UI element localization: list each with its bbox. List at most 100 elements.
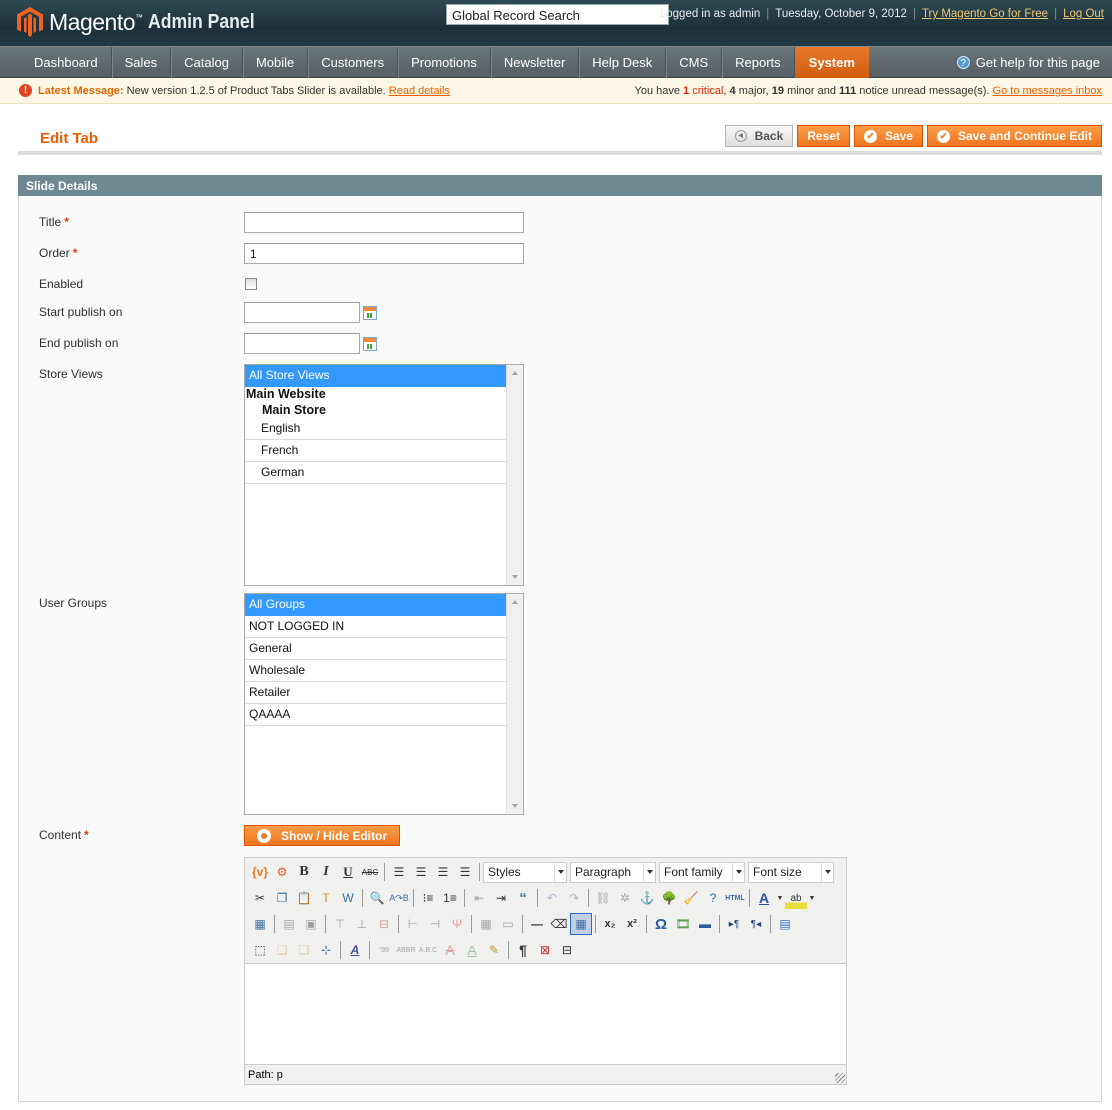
insert-layer-icon[interactable]: ⬚ <box>249 939 271 961</box>
store-views-option[interactable]: French <box>245 440 506 462</box>
redo-icon[interactable]: ↷ <box>563 887 585 909</box>
text-color-icon[interactable]: A <box>753 887 775 909</box>
align-right-icon[interactable]: ☰ <box>432 861 454 883</box>
blockquote-icon[interactable]: “ <box>512 887 534 909</box>
nav-help-desk[interactable]: Help Desk <box>579 47 667 78</box>
nav-promotions[interactable]: Promotions <box>398 47 491 78</box>
align-justify-icon[interactable]: ☰ <box>454 861 476 883</box>
highlight-color-icon[interactable]: ab <box>785 887 807 909</box>
user-groups-multiselect[interactable]: All Groups NOT LOGGED IN General Wholesa… <box>244 593 524 815</box>
split-cells-icon[interactable]: ▦ <box>475 913 497 935</box>
insert-variable-icon[interactable]: {v} <box>249 861 271 883</box>
show-blocks-icon[interactable]: ¶ <box>512 939 534 961</box>
merge-cells-icon[interactable]: ▭ <box>497 913 519 935</box>
strikethrough-icon[interactable]: ABC <box>359 861 381 883</box>
nav-dashboard[interactable]: Dashboard <box>21 47 112 78</box>
media-icon[interactable]: 🎞 <box>672 913 694 935</box>
enabled-checkbox[interactable] <box>245 278 257 290</box>
table-icon[interactable]: ▦ <box>249 913 271 935</box>
delete-col-icon[interactable]: Ψ <box>446 913 468 935</box>
numbered-list-icon[interactable]: 1≡ <box>439 887 461 909</box>
cell-props-icon[interactable]: ▣ <box>300 913 322 935</box>
logo[interactable]: Magento ™ Admin Panel <box>17 5 269 39</box>
store-views-option[interactable]: German <box>245 462 506 484</box>
remove-format-icon[interactable]: ⌫ <box>548 913 570 935</box>
row-props-icon[interactable]: ▤ <box>278 913 300 935</box>
messages-inbox-link[interactable]: Go to messages inbox <box>993 85 1102 97</box>
insert-col-before-icon[interactable]: ⊢ <box>402 913 424 935</box>
insertion-icon[interactable]: A <box>461 939 483 961</box>
fullscreen-icon[interactable]: ▤ <box>774 913 796 935</box>
global-search-input[interactable]: Global Record Search <box>446 4 669 25</box>
paste-text-icon[interactable]: T <box>315 887 337 909</box>
nav-reports[interactable]: Reports <box>722 47 795 78</box>
nav-system[interactable]: System <box>794 47 869 78</box>
special-char-icon[interactable]: Ω <box>650 913 672 935</box>
end-publish-input[interactable] <box>244 333 360 354</box>
calendar-icon[interactable] <box>363 337 377 351</box>
calendar-icon[interactable] <box>363 306 377 320</box>
visual-aid-icon[interactable]: ▦ <box>570 913 592 935</box>
font-family-select[interactable]: Font family <box>659 861 745 883</box>
save-button[interactable]: ✔ Save <box>853 125 923 147</box>
acronym-icon[interactable]: A.B.C <box>417 939 439 961</box>
user-groups-option[interactable]: All Groups <box>245 594 506 616</box>
store-views-option[interactable]: All Store Views <box>245 365 506 387</box>
outdent-icon[interactable]: ⇤ <box>468 887 490 909</box>
store-views-option[interactable]: English <box>245 418 506 440</box>
abbr-icon[interactable]: ABBR <box>395 939 417 961</box>
html-source-icon[interactable]: HTML <box>724 887 746 909</box>
resize-handle-icon[interactable] <box>835 1073 845 1083</box>
user-groups-option[interactable]: Retailer <box>245 682 506 704</box>
link-icon[interactable]: ⛓ <box>592 887 614 909</box>
nav-customers[interactable]: Customers <box>308 47 399 78</box>
indent-icon[interactable]: ⇥ <box>490 887 512 909</box>
store-views-multiselect[interactable]: All Store Views Main Website Main Store … <box>244 364 524 586</box>
rtl-icon[interactable]: ¶◂ <box>745 913 767 935</box>
align-center-icon[interactable]: ☰ <box>410 861 432 883</box>
copy-icon[interactable]: ❐ <box>271 887 293 909</box>
user-groups-option[interactable]: General <box>245 638 506 660</box>
nav-sales[interactable]: Sales <box>112 47 172 78</box>
page-break-icon[interactable]: ⊟ <box>556 939 578 961</box>
replace-icon[interactable]: A↷B <box>388 887 410 909</box>
absolute-position-icon[interactable]: ⊹ <box>315 939 337 961</box>
non-breaking-icon[interactable]: ⊠ <box>534 939 556 961</box>
styleprops-icon[interactable]: A <box>344 939 366 961</box>
subscript-icon[interactable]: x₂ <box>599 913 621 935</box>
ltr-icon[interactable]: ▸¶ <box>723 913 745 935</box>
nav-cms[interactable]: CMS <box>666 47 723 78</box>
italic-icon[interactable]: I <box>315 861 337 883</box>
find-icon[interactable]: 🔍 <box>366 887 388 909</box>
editor-content-area[interactable] <box>245 963 846 1065</box>
paste-icon[interactable]: 📋 <box>293 887 315 909</box>
bold-icon[interactable]: B <box>293 861 315 883</box>
insert-widget-icon[interactable]: ⚙ <box>271 861 293 883</box>
superscript-icon[interactable]: x² <box>621 913 643 935</box>
user-groups-option[interactable]: NOT LOGGED IN <box>245 616 506 638</box>
order-input[interactable]: 1 <box>244 243 524 264</box>
cleanup-icon[interactable]: 🧹 <box>680 887 702 909</box>
bullet-list-icon[interactable]: ⁝≡ <box>417 887 439 909</box>
styles-select[interactable]: Styles <box>483 861 567 883</box>
align-left-icon[interactable]: ☰ <box>388 861 410 883</box>
show-hide-editor-button[interactable]: Show / Hide Editor <box>244 825 401 846</box>
read-details-link[interactable]: Read details <box>389 85 450 97</box>
anchor-icon[interactable]: ⚓ <box>636 887 658 909</box>
insert-row-after-icon[interactable]: ⊥ <box>351 913 373 935</box>
unlink-icon[interactable]: ✲ <box>614 887 636 909</box>
move-backward-icon[interactable]: ❏ <box>293 939 315 961</box>
format-select[interactable]: Paragraph <box>570 861 656 883</box>
nav-catalog[interactable]: Catalog <box>171 47 243 78</box>
reset-button[interactable]: Reset <box>797 125 850 147</box>
scrollbar[interactable] <box>506 594 523 814</box>
deletion-icon[interactable]: A <box>439 939 461 961</box>
insert-row-before-icon[interactable]: ⊤ <box>329 913 351 935</box>
start-publish-input[interactable] <box>244 302 360 323</box>
save-continue-button[interactable]: ✔ Save and Continue Edit <box>926 125 1102 147</box>
chevron-down-icon[interactable]: ▼ <box>775 887 785 909</box>
scrollbar[interactable] <box>506 365 523 585</box>
user-groups-option[interactable]: Wholesale <box>245 660 506 682</box>
underline-icon[interactable]: U <box>337 861 359 883</box>
font-size-select[interactable]: Font size <box>748 861 834 883</box>
